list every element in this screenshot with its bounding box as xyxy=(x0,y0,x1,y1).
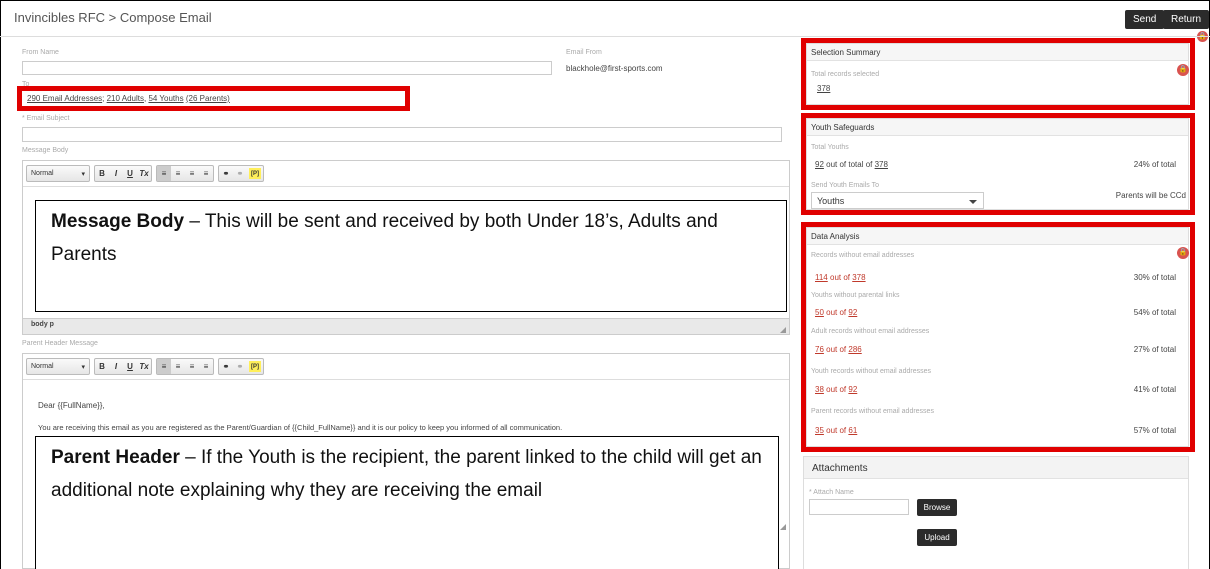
align-right-icon[interactable]: ≡ xyxy=(185,359,199,374)
placeholder-button[interactable]: [P] xyxy=(249,168,261,179)
parent-header-body: You are receiving this email as you are … xyxy=(38,423,563,432)
return-button[interactable]: Return xyxy=(1163,10,1210,29)
bold-button[interactable]: B xyxy=(95,166,109,181)
align-left-icon[interactable]: ≡ xyxy=(157,359,171,374)
parent-header-callout-title: Parent Header xyxy=(51,447,180,468)
align-justify-icon[interactable]: ≡ xyxy=(199,359,213,374)
align-left-icon[interactable]: ≡ xyxy=(157,166,171,181)
message-body-toolbar: Normal ▾ B I U Tx ≡ ≡ ≡ ≡ ⚭ ⚭ [P] xyxy=(26,164,264,183)
header-divider xyxy=(0,36,1210,37)
link-icon[interactable]: ⚭ xyxy=(219,359,233,374)
message-body-statusbar: body p xyxy=(22,318,790,335)
parent-header-toolbar: Normal ▾ B I U Tx ≡ ≡ ≡ ≡ ⚭ ⚭ [P] xyxy=(26,357,264,376)
editor-divider xyxy=(23,379,789,380)
attachments-title: Attachments xyxy=(804,457,1188,479)
clear-format-button[interactable]: Tx xyxy=(137,166,151,181)
resize-handle-icon[interactable] xyxy=(780,327,786,333)
message-body-label: Message Body xyxy=(22,147,69,154)
format-select[interactable]: Normal ▾ xyxy=(27,359,89,374)
underline-button[interactable]: U xyxy=(123,166,137,181)
top-bar: Invincibles RFC > Compose Email Send Ret… xyxy=(0,0,1210,42)
italic-button[interactable]: I xyxy=(109,166,123,181)
recipients-highlight xyxy=(17,86,410,111)
attach-name-input[interactable] xyxy=(809,499,909,515)
breadcrumb: Invincibles RFC > Compose Email xyxy=(14,10,212,25)
browse-button[interactable]: Browse xyxy=(917,499,957,516)
format-select-value: Normal xyxy=(31,363,54,370)
italic-button[interactable]: I xyxy=(109,359,123,374)
bold-button[interactable]: B xyxy=(95,359,109,374)
message-body-callout-title: Message Body xyxy=(51,211,185,232)
email-from-label: Email From xyxy=(566,49,602,56)
youth-safeguards-highlight xyxy=(801,113,1195,215)
parent-header-label: Parent Header Message xyxy=(22,340,98,347)
send-button[interactable]: Send xyxy=(1125,10,1165,29)
upload-button[interactable]: Upload xyxy=(917,529,957,546)
editor-divider xyxy=(23,186,789,187)
frame-left xyxy=(0,0,1,569)
format-select-value: Normal xyxy=(31,170,54,177)
attach-name-label: * Attach Name xyxy=(809,489,854,496)
resize-handle-icon[interactable] xyxy=(780,524,786,530)
chevron-down-icon: ▾ xyxy=(81,170,85,178)
from-name-input[interactable] xyxy=(22,61,552,75)
align-justify-icon[interactable]: ≡ xyxy=(199,166,213,181)
unlink-icon[interactable]: ⚭ xyxy=(233,166,247,181)
message-body-callout: Message Body – This will be sent and rec… xyxy=(35,200,787,312)
align-right-icon[interactable]: ≡ xyxy=(185,166,199,181)
placeholder-button[interactable]: [P] xyxy=(249,361,261,372)
subject-input[interactable] xyxy=(22,127,782,142)
align-center-icon[interactable]: ≡ xyxy=(171,166,185,181)
from-name-label: From Name xyxy=(22,49,59,56)
underline-button[interactable]: U xyxy=(123,359,137,374)
link-icon[interactable]: ⚭ xyxy=(219,166,233,181)
parent-header-greeting: Dear {{FullName}}, xyxy=(38,401,105,410)
parent-header-callout: Parent Header – If the Youth is the reci… xyxy=(35,436,779,569)
unlink-icon[interactable]: ⚭ xyxy=(233,359,247,374)
attachments-panel: Attachments * Attach Name Browse Upload xyxy=(803,456,1189,569)
format-select[interactable]: Normal ▾ xyxy=(27,166,89,181)
subject-label: * Email Subject xyxy=(22,115,70,122)
clear-format-button[interactable]: Tx xyxy=(137,359,151,374)
chevron-down-icon: ▾ xyxy=(81,363,85,371)
email-from-value: blackhole@first-sports.com xyxy=(566,64,663,73)
data-analysis-highlight xyxy=(801,222,1195,452)
selection-summary-highlight xyxy=(801,38,1195,110)
align-center-icon[interactable]: ≡ xyxy=(171,359,185,374)
